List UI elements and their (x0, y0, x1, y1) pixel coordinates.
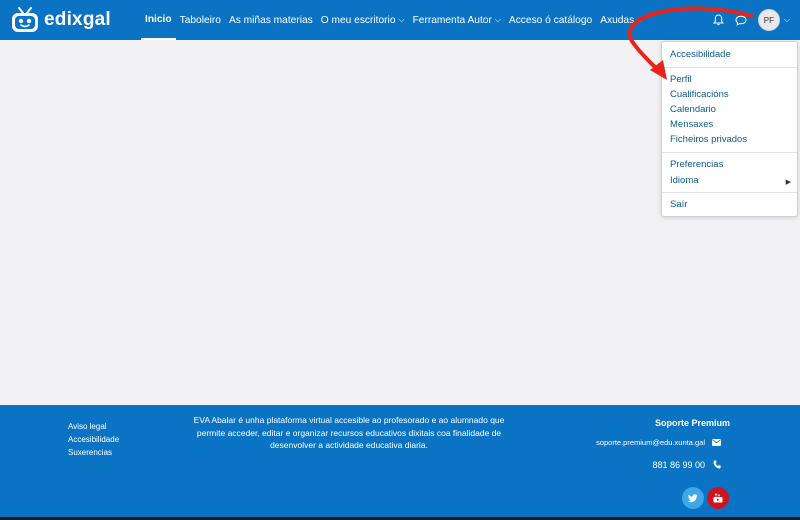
footer-link-suxerencias[interactable]: Suxerencias (68, 446, 119, 459)
menu-item-ficheiros-privados[interactable]: Ficheiros privados (670, 134, 747, 145)
chevron-down-icon: ⌵ (494, 15, 501, 24)
twitter-icon (688, 493, 698, 502)
nav-item-label: As miñas materias (228, 14, 313, 26)
menu-item-calendario[interactable]: Calendario (670, 104, 716, 115)
menu-item-cualificacions[interactable]: Cualificacións (670, 89, 729, 100)
nav-item-label: Acceso ó catálogo (508, 14, 593, 26)
nav-item-inicio[interactable]: Inicio (141, 0, 176, 40)
messages-button[interactable] (732, 11, 750, 29)
notifications-button[interactable] (710, 11, 728, 29)
nav-item-ferramenta-autor[interactable]: Ferramenta Autor ⌵ (409, 0, 505, 40)
nav-item-label: Taboleiro (179, 14, 221, 26)
chevron-down-icon[interactable]: ⌵ (784, 15, 790, 25)
menu-divider (662, 192, 797, 193)
main-nav: Inicio Taboleiro As miñas materias O meu… (141, 0, 647, 40)
chevron-down-icon: ⌵ (637, 15, 644, 24)
menu-item-mensaxes[interactable]: Mensaxes (670, 119, 713, 130)
brand-name: edixgal (44, 9, 111, 30)
nav-item-as-minas-materias[interactable]: As miñas materias (225, 0, 317, 40)
phone-icon (713, 460, 721, 469)
footer-link-accesibilidade[interactable]: Accesibilidade (68, 433, 119, 446)
menu-divider (662, 152, 797, 153)
nav-item-label: O meu escritorio (320, 14, 396, 26)
envelope-icon (712, 439, 721, 446)
footer-link-aviso-legal[interactable]: Aviso legal (68, 420, 119, 433)
caret-right-icon: ▶ (785, 179, 791, 186)
nav-item-label: Ferramenta Autor (412, 14, 492, 26)
menu-item-preferencias[interactable]: Preferencias (670, 159, 723, 170)
user-nav: PF ⌵ (706, 8, 790, 32)
nav-item-axudas[interactable]: Axudas ⌵ (596, 0, 647, 40)
nav-item-o-meu-escritorio[interactable]: O meu escritorio ⌵ (317, 0, 409, 40)
top-navbar: edixgal Inicio Taboleiro As miñas materi… (0, 0, 800, 40)
nav-item-taboleiro[interactable]: Taboleiro (176, 0, 225, 40)
menu-divider (662, 67, 797, 68)
user-menu-dropdown: Accesibilidade Perfil Cualificacións Cal… (661, 41, 798, 217)
page-footer: Aviso legal Accesibilidade Suxerencias E… (0, 405, 800, 520)
menu-item-idioma[interactable]: Idioma (670, 175, 699, 186)
support-title: Soporte Premium (654, 418, 730, 428)
menu-item-sair[interactable]: Saír (670, 199, 687, 210)
youtube-icon (713, 493, 723, 503)
footer-links: Aviso legal Accesibilidade Suxerencias (68, 420, 119, 459)
twitter-button[interactable] (682, 487, 704, 509)
tv-face-logo-icon (12, 7, 38, 32)
nav-item-label: Inicio (145, 13, 172, 25)
nav-item-acceso-catalogo[interactable]: Acceso ó catálogo (505, 0, 596, 40)
footer-description: EVA Abalar é unha plataforma virtual acc… (193, 415, 505, 450)
nav-item-label: Axudas (600, 14, 635, 26)
support-phone[interactable]: 881 86 99 00 (652, 460, 705, 470)
youtube-button[interactable] (707, 487, 729, 509)
menu-item-accesibilidade[interactable]: Accesibilidade (670, 49, 731, 60)
chat-bubble-icon (735, 15, 747, 26)
user-avatar[interactable]: PF (757, 9, 780, 31)
brand-link[interactable]: edixgal (10, 4, 111, 36)
bell-icon (713, 14, 725, 26)
support-email[interactable]: soporte.premium@edu.xunta.gal (596, 438, 705, 447)
menu-item-perfil[interactable]: Perfil (670, 74, 692, 85)
chevron-down-icon: ⌵ (398, 15, 405, 24)
